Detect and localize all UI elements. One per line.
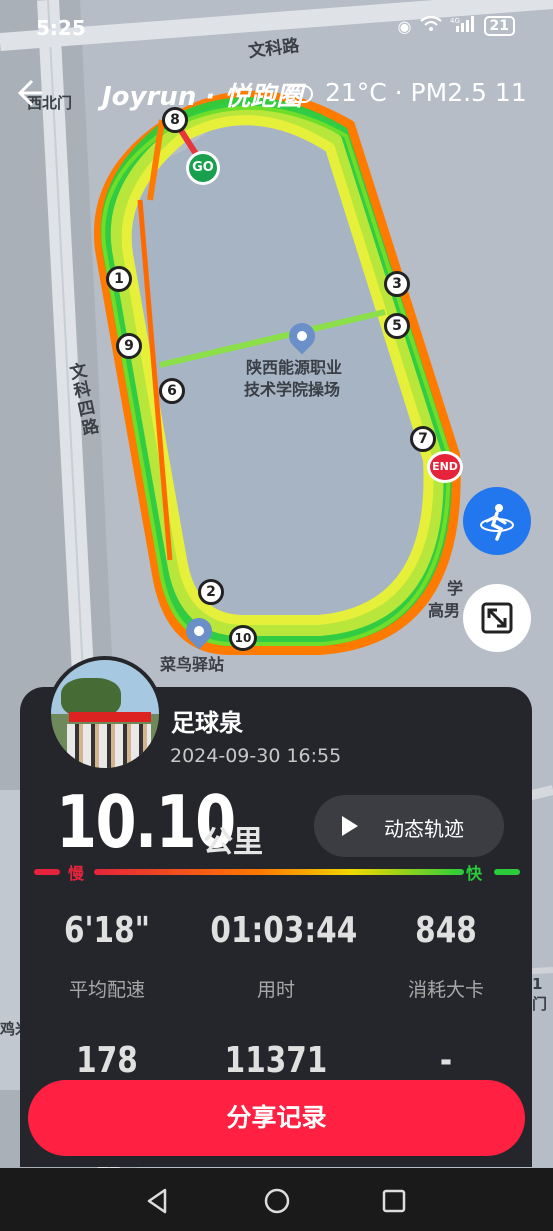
station-label: 菜鸟驿站 <box>160 655 225 674</box>
fast-label: 快 <box>466 864 483 883</box>
back-button[interactable] <box>12 76 46 110</box>
calories-value: 848 <box>415 910 477 951</box>
end-marker[interactable]: END <box>427 451 463 483</box>
steps-value: 11371 <box>224 1040 328 1081</box>
avg-pace-value: 6'18" <box>63 910 151 951</box>
app-header: Joyrun · 悦跑圈 21°C · PM2.5 11 <box>0 72 553 122</box>
km-marker-2[interactable]: 2 <box>198 579 224 605</box>
weather-info: 21°C · PM2.5 11 <box>285 78 527 107</box>
user-name: 足球泉 <box>171 709 243 737</box>
venue-label-line1: 陕西能源职业 <box>246 358 343 377</box>
start-marker[interactable]: GO <box>186 151 220 185</box>
avg-pace-label: 平均配速 <box>68 979 145 1001</box>
signal-4g-icon: 4G <box>450 16 476 36</box>
wifi-icon <box>419 15 442 36</box>
pace-color-scale <box>34 864 520 884</box>
eye-icon: ◉ <box>397 16 412 36</box>
circle-home-icon <box>264 1188 290 1214</box>
system-nav-bar <box>0 1168 553 1231</box>
status-icons: ◉ 4G 21 <box>397 15 515 36</box>
run-date: 2024-09-30 16:55 <box>170 745 342 767</box>
runner-mode-button[interactable] <box>463 487 531 555</box>
status-time: 5:25 <box>36 16 86 40</box>
back-arrow-icon <box>17 79 42 107</box>
school-label-line2: 高男 <box>428 601 461 620</box>
duration-value: 01:03:44 <box>210 910 358 951</box>
share-record-button[interactable]: 分享记录 <box>28 1080 525 1156</box>
cadence-value: 178 <box>76 1040 138 1081</box>
elevation-value: - <box>439 1040 453 1081</box>
calories-label: 消耗大卡 <box>407 979 484 1001</box>
triangle-back-icon <box>147 1188 167 1214</box>
brand-logo: Joyrun · 悦跑圈 <box>102 82 303 112</box>
play-icon <box>342 816 358 836</box>
status-bar: 5:25 ◉ 4G 21 <box>0 0 553 58</box>
km-marker-5[interactable]: 5 <box>384 313 410 339</box>
km-marker-9[interactable]: 9 <box>116 333 142 359</box>
cloud-icon <box>285 85 313 103</box>
nav-home-button[interactable] <box>262 1186 292 1216</box>
km-marker-10[interactable]: 10 <box>229 625 257 651</box>
right-bottom-label: 1门 <box>532 975 548 1013</box>
avatar[interactable] <box>47 656 163 772</box>
distance-unit: 公里 <box>203 825 263 860</box>
map-expand-button[interactable] <box>463 584 531 652</box>
nav-back-button[interactable] <box>143 1186 173 1216</box>
km-marker-1[interactable]: 1 <box>106 266 132 292</box>
svg-text:4G: 4G <box>450 17 460 25</box>
expand-map-icon <box>481 602 513 634</box>
dynamic-track-label: 动态轨迹 <box>384 817 464 841</box>
battery-indicator: 21 <box>483 16 515 36</box>
km-marker-6[interactable]: 6 <box>159 378 185 404</box>
nav-recents-button[interactable] <box>379 1186 409 1216</box>
school-label-line1: 学 <box>447 579 464 598</box>
venue-label-line2: 技术学院操场 <box>244 380 341 399</box>
km-marker-3[interactable]: 3 <box>384 271 410 297</box>
weather-text: 21°C · PM2.5 11 <box>324 78 527 107</box>
km-marker-7[interactable]: 7 <box>410 426 436 452</box>
slow-label: 慢 <box>68 864 85 883</box>
runner-icon <box>480 504 514 541</box>
dynamic-track-button[interactable]: 动态轨迹 <box>314 795 504 857</box>
duration-label: 用时 <box>256 979 295 1001</box>
square-recents-icon <box>382 1189 406 1213</box>
